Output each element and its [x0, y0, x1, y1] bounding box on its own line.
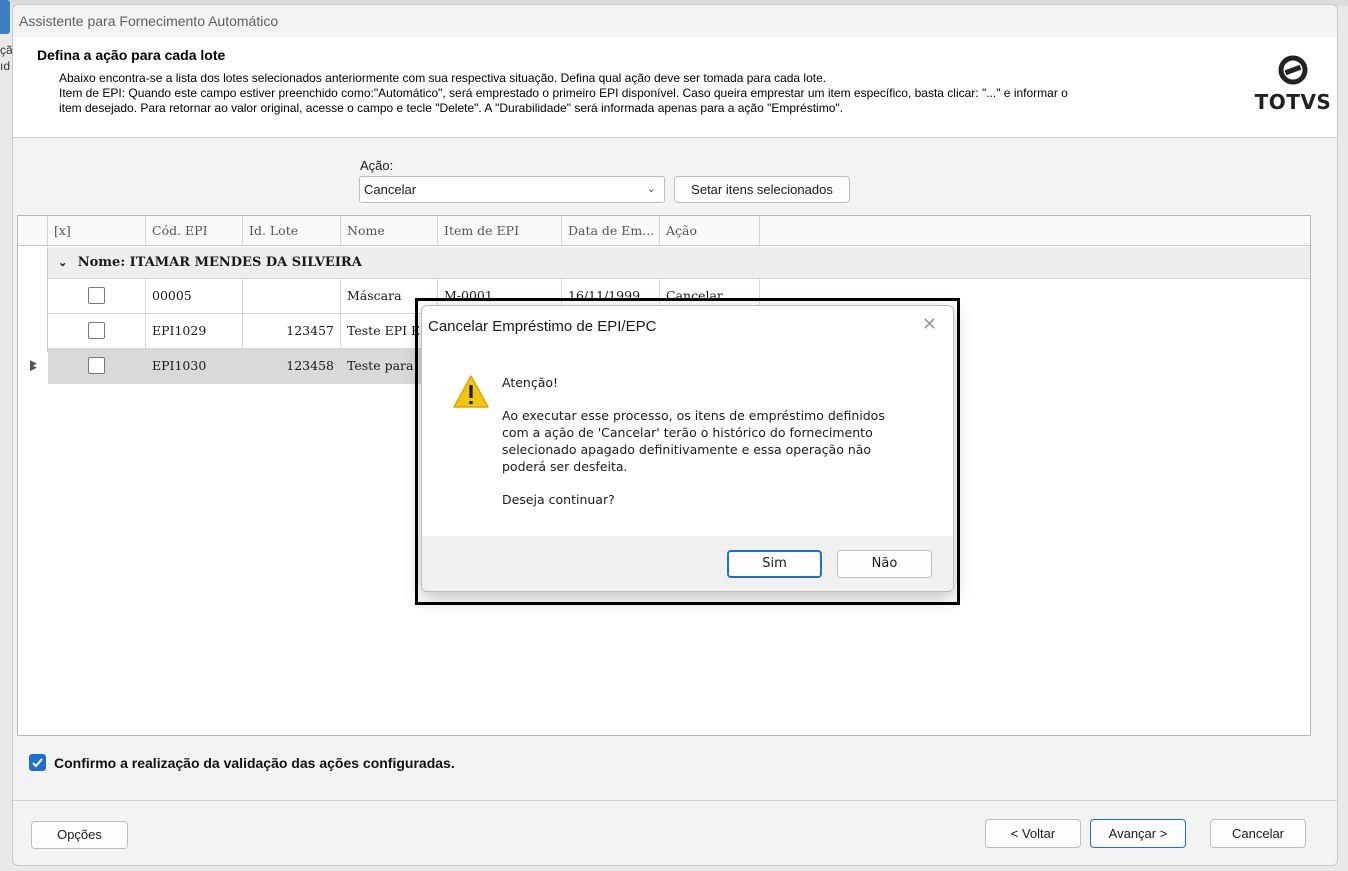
- dialog-heading: Atenção!: [502, 375, 559, 390]
- lot-id-cell: 123458: [243, 349, 341, 383]
- action-select[interactable]: Cancelar ⌄: [359, 176, 665, 203]
- current-row-indicator-icon: ▶: [30, 362, 37, 372]
- select-cell: [48, 349, 146, 383]
- epi-code-cell: 00005: [146, 279, 243, 313]
- cancel-button[interactable]: Cancelar: [1210, 819, 1306, 848]
- grid-header: [x] Cód. EPI Id. Lote Nome Item de EPI D…: [18, 216, 1310, 246]
- action-label: Ação:: [360, 158, 394, 173]
- header-divider: [13, 137, 1337, 138]
- dialog-footer: Sim Não: [422, 536, 953, 591]
- group-label: Nome: ITAMAR MENDES DA SILVEIRA: [77, 255, 362, 270]
- warning-icon: [453, 375, 489, 408]
- chevron-down-icon: ⌄: [646, 183, 656, 195]
- dialog-question: Deseja continuar?: [502, 492, 615, 507]
- page-description: Abaixo encontra-se a lista dos lotes sel…: [59, 71, 1239, 116]
- confirm-checkbox[interactable]: Confirmo a realização da validação das a…: [29, 754, 455, 771]
- no-button[interactable]: Não: [837, 550, 932, 578]
- background-side-text-1: çã: [0, 43, 13, 57]
- dialog-message-line: Ao executar esse processo, os itens de e…: [502, 408, 885, 423]
- row-checkbox[interactable]: [88, 357, 105, 374]
- close-icon[interactable]: ✕: [922, 314, 937, 335]
- confirm-dialog: Cancelar Empréstimo de EPI/EPC ✕ Atenção…: [421, 305, 954, 592]
- column-header-epi-item[interactable]: Item de EPI: [438, 216, 562, 245]
- description-line: item desejado. Para retornar ao valor or…: [59, 101, 843, 115]
- totvs-logo: TOTVS: [1253, 55, 1333, 114]
- column-header-date[interactable]: Data de Em...: [562, 216, 660, 245]
- column-header-name[interactable]: Nome: [341, 216, 438, 245]
- dialog-title: Cancelar Empréstimo de EPI/EPC: [428, 318, 657, 335]
- action-select-value: Cancelar: [364, 182, 417, 197]
- column-header-epi-code[interactable]: Cód. EPI: [146, 216, 243, 245]
- row-checkbox[interactable]: [88, 322, 105, 339]
- dialog-message-line: com a ação de 'Cancelar' terão o históri…: [502, 425, 873, 440]
- options-button[interactable]: Opções: [31, 821, 128, 849]
- column-header-action[interactable]: Ação: [660, 216, 760, 245]
- row-gutter: ▶: [18, 247, 48, 368]
- epi-code-cell: EPI1030: [146, 349, 243, 383]
- yes-button[interactable]: Sim: [727, 550, 822, 578]
- footer-divider: [13, 800, 1337, 801]
- header-gutter: [18, 216, 48, 245]
- row-checkbox[interactable]: [88, 287, 105, 304]
- window-title: Assistente para Fornecimento Automático: [19, 13, 279, 29]
- set-selected-items-button[interactable]: Setar itens selecionados: [674, 176, 850, 203]
- page-title: Defina a ação para cada lote: [37, 47, 226, 63]
- logo-text: TOTVS: [1254, 90, 1332, 114]
- column-header-lot-id[interactable]: Id. Lote: [243, 216, 341, 245]
- background-side-text-2: ıd: [0, 59, 11, 73]
- group-row[interactable]: ⌄ Nome: ITAMAR MENDES DA SILVEIRA: [48, 247, 1310, 279]
- confirm-label: Confirmo a realização da validação das a…: [54, 755, 455, 771]
- next-button[interactable]: Avançar >: [1090, 819, 1186, 848]
- dialog-message: Atenção! Ao executar esse processo, os i…: [502, 374, 932, 508]
- totvs-logo-icon: [1278, 55, 1308, 85]
- lot-id-cell: 123457: [243, 314, 341, 348]
- description-line: Item de EPI: Quando este campo estiver p…: [59, 86, 1068, 100]
- background-side-text: çã ıd: [0, 42, 13, 74]
- select-cell: [48, 279, 146, 313]
- checkbox-checked-icon[interactable]: [29, 754, 46, 771]
- epi-code-cell: EPI1029: [146, 314, 243, 348]
- chevron-down-icon: ⌄: [58, 256, 68, 269]
- dialog-message-line: poderá ser desfeita.: [502, 459, 628, 474]
- background-app-icon: [0, 0, 10, 34]
- back-button[interactable]: < Voltar: [985, 819, 1081, 848]
- column-header-select[interactable]: [x]: [48, 216, 146, 245]
- wizard-header: Defina a ação para cada lote Abaixo enco…: [13, 37, 1337, 137]
- dialog-message-line: selecionado apagado definitivamente e es…: [502, 442, 872, 457]
- description-line: Abaixo encontra-se a lista dos lotes sel…: [59, 71, 827, 85]
- lot-id-cell: [243, 279, 341, 313]
- select-cell: [48, 314, 146, 348]
